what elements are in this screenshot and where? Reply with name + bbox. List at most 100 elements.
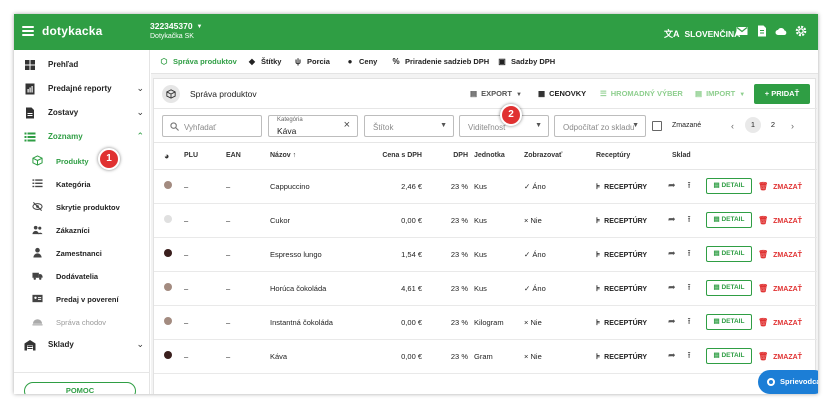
trash-icon: 🗑 <box>758 317 769 327</box>
clear-icon[interactable]: × <box>344 119 350 131</box>
detail-button[interactable]: ▤ DETAIL <box>706 348 752 364</box>
mail-icon[interactable] <box>736 25 748 37</box>
color-cell <box>154 339 184 374</box>
sidebar-subitem-customers[interactable]: Zákazníci <box>14 219 150 241</box>
help-button[interactable]: POMOC <box>24 382 136 394</box>
recipes-button[interactable]: ⊧ RECEPTÚRY <box>596 318 647 327</box>
document-icon[interactable] <box>756 25 768 37</box>
recipes-button[interactable]: ⊧ RECEPTÚRY <box>596 215 647 225</box>
sidebar-item-lists[interactable]: Zoznamy ⌃ <box>14 126 150 148</box>
delete-button[interactable]: 🗑 ZMAZAŤ <box>758 216 802 225</box>
table-row[interactable]: – – Espresso lungo 1,54 €23 % Kus ✓ Áno ⊧ RECEP… <box>154 237 817 272</box>
sidebar-subitem-employees[interactable]: Zamestnanci <box>14 242 150 264</box>
header-show[interactable]: Zobrazovať <box>524 143 582 170</box>
language-selector[interactable]: 文A SLOVENČINA <box>664 27 740 40</box>
upload-icon[interactable]: ⭱ <box>688 282 691 292</box>
page-2-button[interactable]: 2 <box>765 117 781 133</box>
chevron-right-icon[interactable]: › <box>791 121 794 131</box>
upload-icon[interactable]: ⭱ <box>688 350 691 360</box>
hamburger-menu-icon[interactable] <box>22 26 34 36</box>
search-input[interactable]: Vyhľadať <box>162 115 262 137</box>
sidebar-item-reports[interactable]: Zostavy ⌄ <box>14 102 150 124</box>
delete-button[interactable]: 🗑 ZMAZAŤ <box>758 352 802 361</box>
add-label: PRIDAŤ <box>771 89 800 98</box>
detail-button[interactable]: ▤ DETAIL <box>706 280 752 296</box>
page-1-button[interactable]: 1 <box>745 117 761 133</box>
recipes-button[interactable]: ⊧ RECEPTÚRY <box>596 284 647 293</box>
share-icon[interactable]: ➦ <box>668 316 676 326</box>
category-select[interactable]: Kategória Káva × <box>268 115 358 137</box>
tab-vat-rates[interactable]: ▣ Sadzby DPH <box>497 57 555 66</box>
deleted-checkbox[interactable] <box>652 121 662 131</box>
share-icon[interactable]: ➦ <box>668 180 676 190</box>
header-plu[interactable]: PLU <box>184 143 226 170</box>
add-product-button[interactable]: + PRIDAŤ <box>754 84 810 104</box>
detail-button[interactable]: ▤ DETAIL <box>706 314 752 330</box>
upload-icon[interactable]: ⭱ <box>688 214 691 224</box>
tab-portion[interactable]: ψ Porcia <box>293 57 330 66</box>
sidebar-item-stock[interactable]: Sklady ⌄ <box>14 334 150 356</box>
sidebar-subitem-categories[interactable]: Kategória <box>14 173 150 195</box>
table-row[interactable]: – – Instantná čokoláda 0,00 €23 % Kilogram × … <box>154 305 817 340</box>
header-price[interactable]: Cena s DPH <box>366 143 428 170</box>
recipes-cell: ⊧ RECEPTÚRY <box>582 203 658 238</box>
chevron-left-icon[interactable]: ‹ <box>731 121 734 131</box>
share-icon[interactable]: ➦ <box>668 350 676 360</box>
upload-icon[interactable]: ⭱ <box>688 248 691 258</box>
cloud-icon[interactable] <box>775 25 787 37</box>
id-card-icon <box>32 294 43 303</box>
sidebar-subitem-suppliers[interactable]: Dodávatelia <box>14 265 150 287</box>
top-bar: dotykacka 322345370 ▼ Dotykačka SK 文A SLOV… <box>14 14 818 50</box>
color-dot <box>164 249 172 257</box>
sidebar-item-label: Sklady <box>48 340 74 349</box>
bulk-select-button[interactable]: ☰ HROMADNÝ VÝBER <box>600 89 683 98</box>
export-button[interactable]: ▤ EXPORT ▼ <box>470 89 522 98</box>
delete-button[interactable]: 🗑 ZMAZAŤ <box>758 284 802 293</box>
recipes-button[interactable]: ⊧ RECEPTÚRY <box>596 250 647 259</box>
recipes-button[interactable]: ⊧ RECEPTÚRY <box>596 182 647 191</box>
header-ean[interactable]: EAN <box>226 143 270 170</box>
sidebar-item-sales-reports[interactable]: Predajné reporty ⌄ <box>14 78 150 100</box>
guide-button[interactable]: Sprievodca 1 <box>758 370 818 394</box>
plu-cell: – <box>184 271 226 306</box>
table-row[interactable]: – – Cukor 0,00 €23 % Kus × Nie ⊧ RECEPTÚRY ➦ ⭱ ▤ D… <box>154 203 817 238</box>
table-row[interactable]: – – Cappuccino 2,46 €23 % Kus ✓ Áno ⊧ RECEPTÚRY… <box>154 169 817 204</box>
account-switcher[interactable]: 322345370 ▼ Dotykačka SK <box>150 21 203 40</box>
filter-bar: Vyhľadať Kategória Káva × Štítok ▼ Vidit… <box>154 109 817 143</box>
table-row[interactable]: – – Horúca čokoláda 4,61 €23 % Kus ✓ Áno ⊧ RECE… <box>154 271 817 306</box>
sidebar-subitem-consignment[interactable]: Predaj v poverení <box>14 288 150 310</box>
sidebar-subitem-course-management[interactable]: Správa chodov <box>14 311 150 333</box>
import-file-icon: ▤ <box>695 89 703 98</box>
tab-tags[interactable]: ◆ Štítky <box>247 57 282 66</box>
header-name[interactable]: Názov ↑ <box>270 143 366 170</box>
tab-vat-assignment[interactable]: % Priradenie sadzieb DPH <box>391 57 489 66</box>
recipe-tree-icon: ⊧ <box>596 215 601 225</box>
share-icon[interactable]: ➦ <box>668 214 676 224</box>
tab-prices[interactable]: ● Ceny <box>345 57 378 66</box>
gear-icon[interactable] <box>795 25 807 37</box>
delete-button[interactable]: 🗑 ZMAZAŤ <box>758 250 802 259</box>
delete-button[interactable]: 🗑 ZMAZAŤ <box>758 317 802 327</box>
detail-button[interactable]: ▤ DETAIL <box>706 178 752 194</box>
share-icon[interactable]: ➦ <box>668 248 676 258</box>
sidebar-subitem-hidden-products[interactable]: Skrytie produktov <box>14 196 150 218</box>
upload-icon[interactable]: ⭱ <box>688 316 691 326</box>
app-logo[interactable]: dotykacka <box>42 24 103 38</box>
stock-deduct-select[interactable]: Odpočítať zo skladu ▼ <box>554 115 646 137</box>
header-vat[interactable]: DPH <box>428 143 474 170</box>
table-row[interactable]: – – Káva 0,00 €23 % Gram × Nie ⊧ RECEPTÚRY ➦ ⭱ ▤ D… <box>154 339 817 374</box>
detail-button[interactable]: ▤ DETAIL <box>706 212 752 228</box>
header-unit[interactable]: Jednotka <box>474 143 524 170</box>
tag-select[interactable]: Štítok ▼ <box>364 115 454 137</box>
share-icon[interactable]: ➦ <box>668 282 676 292</box>
price-labels-button[interactable]: ▦ CENOVKY <box>538 89 586 98</box>
tab-product-management[interactable]: ⬡ Správa produktov <box>159 57 237 66</box>
import-button[interactable]: ▤ IMPORT ▼ <box>695 89 745 98</box>
sidebar-item-overview[interactable]: Prehľad <box>14 54 150 76</box>
recipes-button[interactable]: ⊧ RECEPTÚRY <box>596 352 647 361</box>
delete-button[interactable]: 🗑 ZMAZAŤ <box>758 182 802 191</box>
upload-icon[interactable]: ⭱ <box>688 180 691 190</box>
detail-button[interactable]: ▤ DETAIL <box>706 246 752 262</box>
sidebar-subitem-products[interactable]: Produkty <box>14 150 150 172</box>
price-cell: 4,61 € <box>366 271 428 306</box>
